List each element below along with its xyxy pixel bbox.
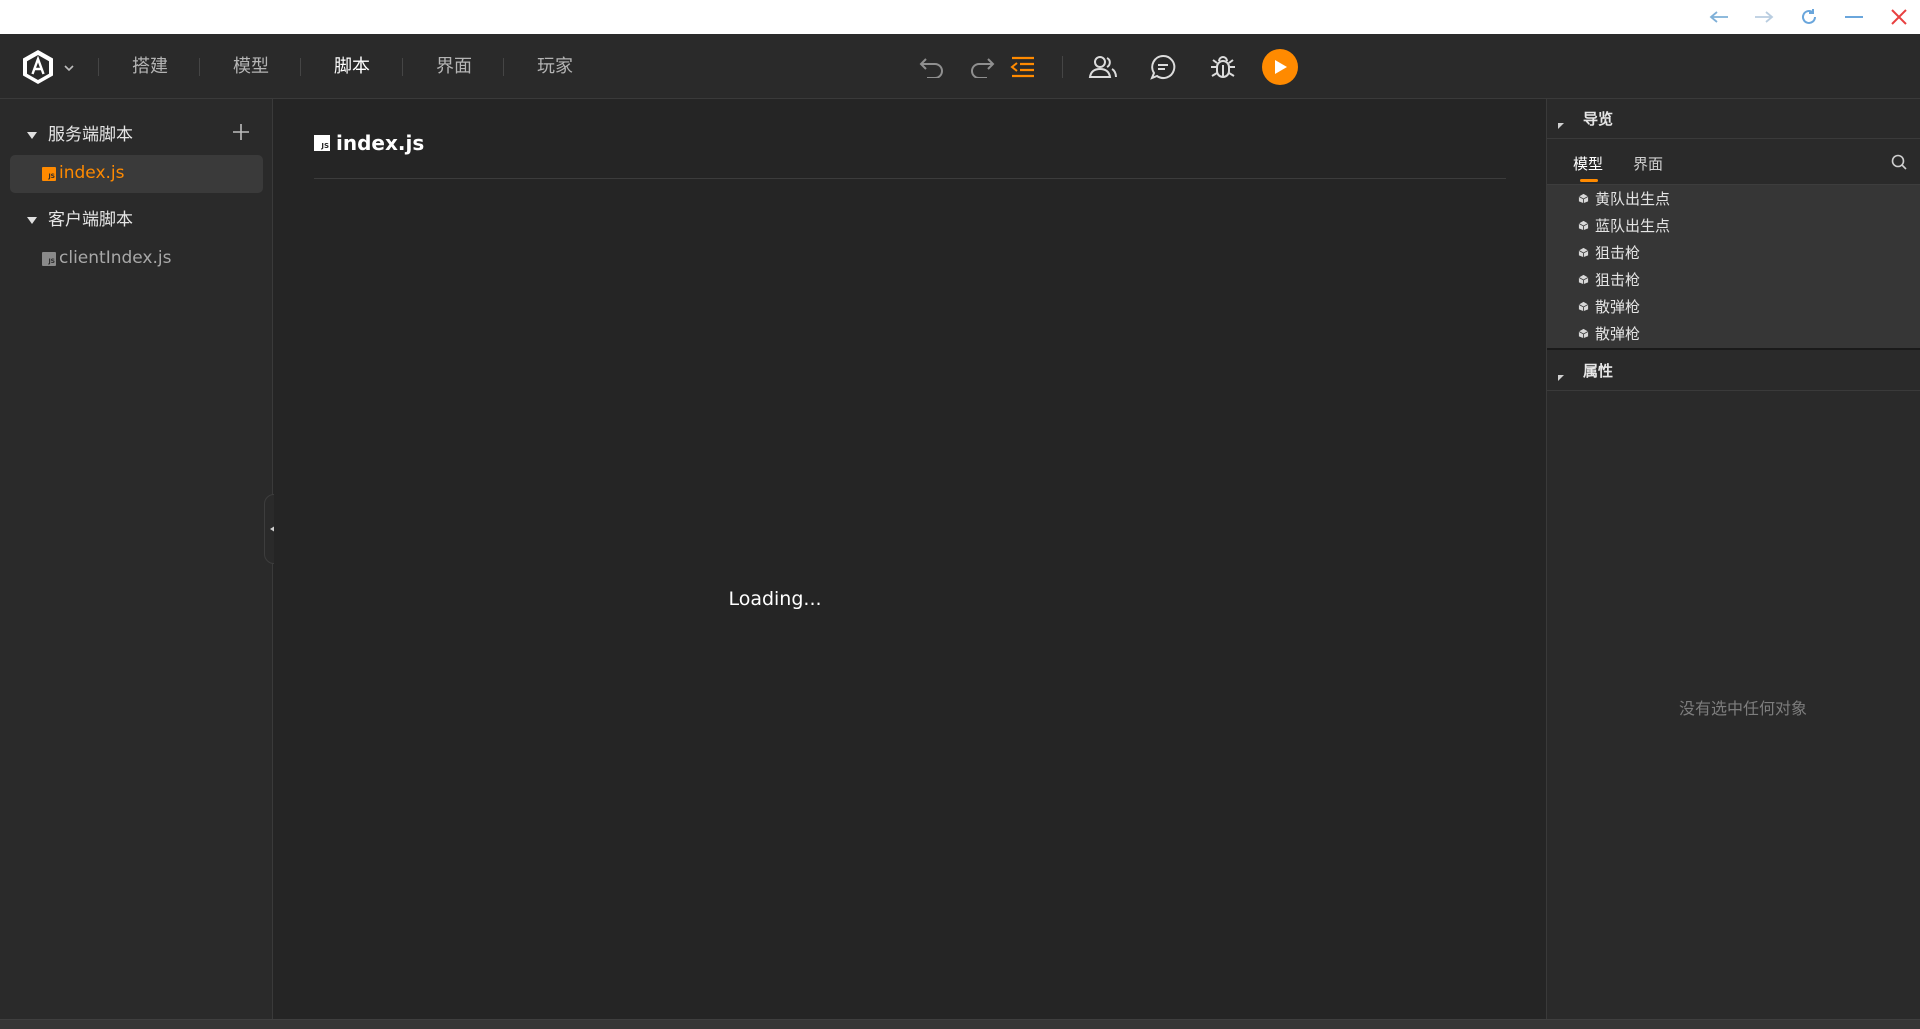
tab-outline-model[interactable]: 模型 [1573, 153, 1603, 174]
list-item-label: 散弹枪 [1595, 325, 1641, 343]
users-icon[interactable] [1087, 51, 1119, 83]
tab-ui[interactable]: 界面 [436, 54, 472, 80]
tab-outline-ui[interactable]: 界面 [1633, 153, 1663, 174]
section-title: 属性 [1583, 362, 1614, 380]
add-script-button[interactable] [230, 121, 252, 143]
nav-divider [199, 58, 200, 76]
cube-icon [1578, 193, 1589, 204]
nav-divider [98, 58, 99, 76]
code-editor: JS index.js Loading... [274, 99, 1546, 1019]
list-item-label: 狙击枪 [1595, 244, 1641, 262]
list-item-label: 狙击枪 [1595, 271, 1641, 289]
tree-group-label: 服务端脚本 [48, 124, 133, 145]
tree-group-label: 客户端脚本 [48, 209, 133, 230]
nav-divider [503, 58, 504, 76]
cube-icon [1578, 247, 1589, 258]
js-file-icon: JS [314, 135, 330, 151]
inspector-panel: 导览 模型 界面 黄队出生点 蓝队出生点 狙击枪 狙击枪 散弹枪 散弹枪 属性 … [1546, 99, 1920, 1019]
tab-script[interactable]: 脚本 [334, 54, 370, 80]
caret-icon[interactable] [1557, 115, 1565, 129]
tab-model[interactable]: 模型 [233, 54, 269, 80]
forward-icon[interactable] [1751, 4, 1777, 30]
top-toolbar: 搭建 模型 脚本 界面 玩家 [0, 34, 1920, 107]
section-header-properties[interactable]: 属性 [1547, 351, 1920, 391]
nav-divider [300, 58, 301, 76]
minimize-icon[interactable] [1841, 4, 1867, 30]
file-item-client-index-js[interactable]: JS clientIndex.js [10, 240, 263, 278]
js-file-icon: JS [42, 167, 56, 181]
outdent-icon[interactable] [1007, 51, 1039, 83]
list-item-label: 黄队出生点 [1595, 190, 1671, 208]
back-icon[interactable] [1706, 4, 1732, 30]
play-icon [1275, 60, 1287, 74]
toolbar-divider [1062, 56, 1063, 78]
tab-player[interactable]: 玩家 [537, 54, 573, 80]
file-label: clientIndex.js [59, 248, 172, 268]
plus-icon [233, 124, 249, 140]
list-item[interactable]: 蓝队出生点 [1547, 212, 1920, 239]
status-bar [0, 1019, 1920, 1029]
list-item[interactable]: 狙击枪 [1547, 239, 1920, 266]
cube-icon [1578, 301, 1589, 312]
list-item[interactable]: 狙击枪 [1547, 266, 1920, 293]
close-icon[interactable] [1886, 4, 1912, 30]
list-item[interactable]: 黄队出生点 [1547, 185, 1920, 212]
refresh-icon[interactable] [1796, 4, 1822, 30]
loading-status: Loading... [728, 588, 822, 610]
list-item-label: 散弹枪 [1595, 298, 1641, 316]
list-item[interactable]: 散弹枪 [1547, 320, 1920, 347]
chat-icon[interactable] [1147, 51, 1179, 83]
section-title: 导览 [1583, 110, 1614, 128]
active-subtab-underline [1580, 179, 1598, 182]
cube-icon [1578, 274, 1589, 285]
caret-down-icon[interactable] [26, 211, 38, 224]
play-button[interactable] [1262, 49, 1298, 85]
cube-icon [1578, 328, 1589, 339]
app-logo-icon[interactable] [20, 48, 56, 86]
undo-icon[interactable] [916, 51, 948, 83]
chevron-down-icon[interactable] [62, 60, 76, 74]
cube-icon [1578, 220, 1589, 231]
section-header-outline[interactable]: 导览 [1547, 99, 1920, 139]
no-selection-message: 没有选中任何对象 [1678, 699, 1807, 718]
file-item-index-js[interactable]: JS index.js [10, 155, 263, 193]
js-file-icon: JS [42, 252, 56, 266]
script-explorer-panel: 服务端脚本 JS index.js 客户端脚本 JS clientIndex.j… [0, 99, 273, 1019]
outline-list: 黄队出生点 蓝队出生点 狙击枪 狙击枪 散弹枪 散弹枪 [1547, 184, 1920, 350]
nav-divider [402, 58, 403, 76]
editor-header: JS index.js [314, 131, 424, 155]
window-title-bar [0, 0, 1920, 34]
debug-bug-icon[interactable] [1207, 51, 1239, 83]
caret-icon[interactable] [1557, 367, 1565, 381]
editor-file-title: index.js [336, 131, 425, 155]
redo-icon[interactable] [966, 51, 998, 83]
list-item[interactable]: 散弹枪 [1547, 293, 1920, 320]
tab-build[interactable]: 搭建 [132, 54, 168, 80]
file-label: index.js [59, 163, 125, 183]
list-item-label: 蓝队出生点 [1595, 217, 1671, 235]
search-icon[interactable] [1890, 153, 1908, 171]
tree-group-server-scripts[interactable]: 服务端脚本 [0, 115, 273, 149]
tree-group-client-scripts[interactable]: 客户端脚本 [0, 200, 273, 234]
editor-divider [314, 178, 1506, 179]
caret-down-icon[interactable] [26, 126, 38, 139]
